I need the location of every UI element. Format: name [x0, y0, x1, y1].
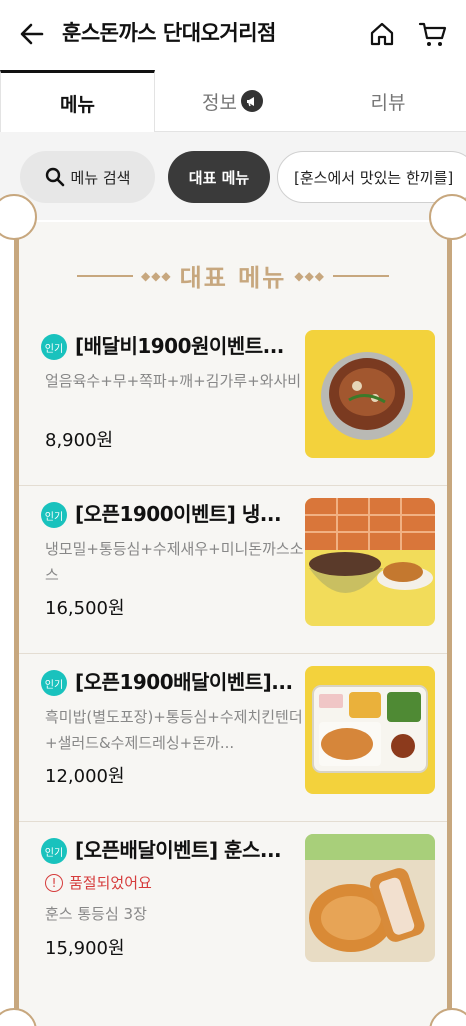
- tab-review[interactable]: 리뷰: [310, 70, 466, 132]
- board-corner: [0, 1008, 37, 1026]
- tab-menu-label: 메뉴: [60, 93, 95, 116]
- category-chips: 메뉴 검색 대표 메뉴 [훈스에서 맛있는 한끼를]: [0, 132, 466, 220]
- tab-menu[interactable]: 메뉴: [0, 70, 155, 133]
- menu-item[interactable]: 인기 [오픈1900배달이벤트]... 흑미밥(별도포장)+통등심+수제치킨텐더…: [19, 654, 447, 822]
- sold-out-label: 품절되었어요: [69, 874, 152, 892]
- board-heading: ◆◆◆ 대표 메뉴 ◆◆◆: [19, 258, 447, 293]
- popular-badge: 인기: [41, 670, 67, 696]
- menu-item-price: 12,000원: [45, 766, 125, 787]
- menu-item[interactable]: 인기 [오픈배달이벤트] 훈스... ! 품절되었어요 훈스 통등심 3장 15…: [19, 822, 447, 990]
- menu-item-photo: [305, 834, 435, 962]
- cart-icon[interactable]: [418, 20, 448, 48]
- menu-item-name: [배달비1900원이벤트...: [75, 334, 284, 358]
- popular-badge: 인기: [41, 502, 67, 528]
- diamond-ornament-icon: ◆◆◆: [294, 268, 326, 283]
- divider: [76, 274, 133, 277]
- menu-item-name: [오픈1900이벤트] 냉...: [75, 502, 282, 526]
- sold-out-notice: ! 품절되었어요: [45, 872, 152, 893]
- menu-item-description: 얼음육수+무+쪽파+깨+김가루+와사비: [45, 372, 302, 390]
- board-corner: [429, 1008, 466, 1026]
- menu-item-description: 냉모밀+통등심+수제새우+미니돈까스소스: [45, 540, 304, 584]
- chip-representative-label: 대표 메뉴: [188, 168, 250, 187]
- menu-item-photo: [305, 666, 435, 794]
- menu-item[interactable]: 인기 [배달비1900원이벤트... 얼음육수+무+쪽파+깨+김가루+와사비 8…: [19, 318, 447, 486]
- menu-item-name: [오픈배달이벤트] 훈스...: [75, 838, 282, 862]
- chip-event-category[interactable]: [훈스에서 맛있는 한끼를]: [277, 151, 466, 203]
- home-icon[interactable]: [368, 20, 396, 48]
- chip-representative-menu[interactable]: 대표 메뉴: [168, 151, 270, 203]
- menu-search-label: 메뉴 검색: [70, 168, 131, 187]
- menu-item[interactable]: 인기 [오픈1900이벤트] 냉... 냉모밀+통등심+수제새우+미니돈까스소스…: [19, 486, 447, 654]
- diamond-ornament-icon: ◆◆◆: [140, 268, 172, 283]
- tab-bar: 메뉴 정보 리뷰: [0, 70, 466, 133]
- menu-item-name: [오픈1900배달이벤트]...: [75, 670, 293, 694]
- menu-item-description: 흑미밥(별도포장)+통등심+수제치킨텐더+샐러드&수제드레싱+돈까...: [45, 708, 303, 752]
- alert-circle-icon: !: [45, 873, 63, 892]
- app-header: 훈스돈까스 단대오거리점: [0, 0, 466, 68]
- menu-item-photo: [305, 330, 435, 458]
- chip-event-label: [훈스에서 맛있는 한끼를]: [294, 168, 454, 187]
- menu-item-description: 훈스 통등심 3장: [45, 905, 147, 923]
- back-arrow-icon[interactable]: [18, 20, 46, 48]
- menu-item-photo: [305, 498, 435, 626]
- popular-badge: 인기: [41, 334, 67, 360]
- menu-item-price: 8,900원: [45, 430, 114, 451]
- tab-review-label: 리뷰: [370, 91, 406, 114]
- search-icon: [45, 167, 64, 187]
- popular-badge: 인기: [41, 838, 67, 864]
- board-corner: [429, 194, 466, 240]
- megaphone-icon: [240, 90, 263, 112]
- representative-menu-board: ◆◆◆ 대표 메뉴 ◆◆◆ 인기 [배달비1900원이벤트... 얼음육수+무+…: [0, 194, 466, 1026]
- page-title: 훈스돈까스 단대오거리점: [62, 21, 276, 45]
- tab-info[interactable]: 정보: [155, 70, 310, 132]
- tab-info-label: 정보: [202, 91, 237, 114]
- menu-item-price: 16,500원: [45, 598, 125, 619]
- divider: [333, 274, 390, 277]
- menu-search-button[interactable]: 메뉴 검색: [20, 151, 155, 203]
- menu-item-price: 15,900원: [45, 938, 125, 959]
- board-title: 대표 메뉴: [179, 264, 287, 292]
